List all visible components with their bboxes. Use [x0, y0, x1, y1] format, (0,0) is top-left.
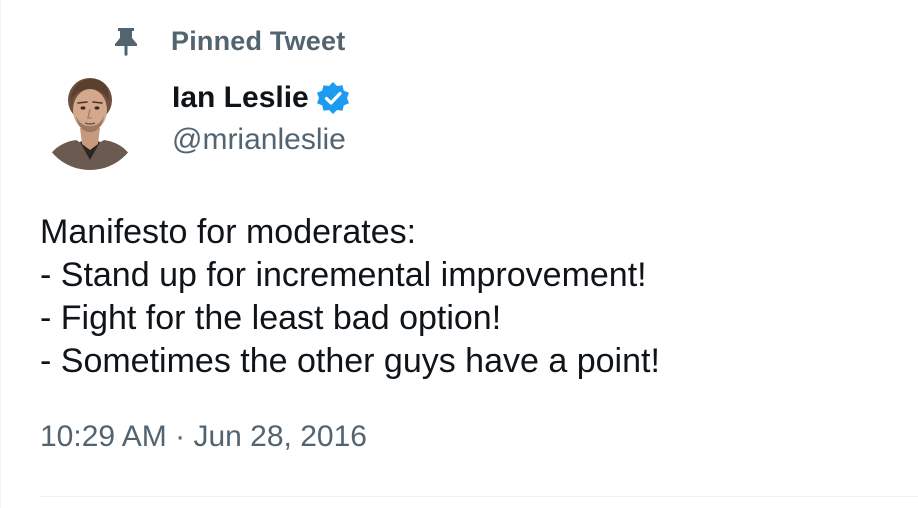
- pinned-tweet-label: Pinned Tweet: [171, 25, 346, 56]
- tweet-timestamp[interactable]: 10:29 AM · Jun 28, 2016: [40, 420, 367, 454]
- pin-icon: [113, 26, 139, 56]
- avatar[interactable]: [40, 70, 140, 170]
- tweet-line: Manifesto for moderates:: [40, 213, 417, 251]
- pinned-tweet-header: Pinned Tweet: [113, 24, 345, 58]
- user-handle[interactable]: @mrianleslie: [172, 123, 351, 157]
- tweet-text: Manifesto for moderates: - Stand up for …: [40, 211, 900, 383]
- verified-badge-icon: [315, 80, 351, 116]
- timestamp-separator: ·: [175, 420, 186, 453]
- author-info: Ian Leslie @mrianleslie: [172, 76, 351, 157]
- frame-border: [0, 0, 1, 508]
- name-row: Ian Leslie: [172, 76, 351, 120]
- tweet-line: - Sometimes the other guys have a point!: [40, 342, 660, 380]
- tweet-line: - Fight for the least bad option!: [40, 299, 502, 337]
- tweet-line: - Stand up for incremental improvement!: [40, 256, 647, 294]
- divider: [40, 496, 918, 497]
- tweet-time: 10:29 AM: [40, 420, 167, 453]
- display-name[interactable]: Ian Leslie: [172, 81, 309, 115]
- tweet-date: Jun 28, 2016: [193, 420, 367, 453]
